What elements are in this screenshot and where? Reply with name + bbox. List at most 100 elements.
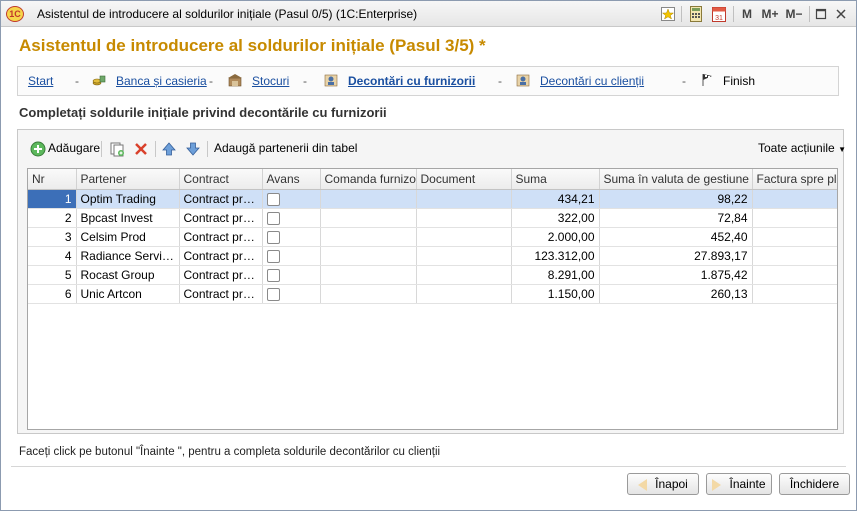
avans-checkbox[interactable] (266, 192, 280, 206)
favorites-star-icon[interactable] (661, 5, 675, 23)
cell-comanda-furnizor[interactable] (320, 208, 417, 228)
cell-factura[interactable] (752, 208, 837, 228)
table-row[interactable]: 6 Unic Artcon Contract prin... 1.150,00 … (28, 284, 837, 304)
add-icon (30, 141, 46, 157)
cell-factura[interactable] (752, 265, 837, 285)
cell-contract[interactable]: Contract prin... (179, 246, 263, 266)
cell-suma-valuta[interactable]: 98,22 (599, 189, 753, 209)
memory-add-button[interactable]: M+ (760, 5, 780, 23)
cell-suma-valuta[interactable]: 260,13 (599, 284, 753, 304)
avans-checkbox[interactable] (266, 287, 280, 301)
cell-partener[interactable]: Rocast Group (76, 265, 180, 285)
avans-checkbox[interactable] (266, 268, 280, 282)
cell-suma[interactable]: 8.291,00 (511, 265, 600, 285)
calendar-icon[interactable]: 31 (711, 5, 727, 23)
back-button[interactable]: Înapoi (627, 473, 699, 495)
avans-checkbox[interactable] (266, 249, 280, 263)
avans-checkbox[interactable] (266, 230, 280, 244)
calculator-icon[interactable] (689, 5, 703, 23)
table-row[interactable]: 3 Celsim Prod Contract prin... 2.000,00 … (28, 227, 837, 247)
close-icon[interactable] (835, 5, 847, 23)
table-row[interactable]: 5 Rocast Group Contract prin... 8.291,00… (28, 265, 837, 285)
cell-comanda-furnizor[interactable] (320, 265, 417, 285)
cell-partener[interactable]: Unic Artcon (76, 284, 180, 304)
app-logo-icon: 1C (6, 6, 24, 22)
memory-button[interactable]: M (741, 5, 753, 23)
cell-nr[interactable]: 3 (28, 227, 77, 247)
cell-nr[interactable]: 6 (28, 284, 77, 304)
move-down-icon[interactable] (185, 141, 201, 157)
cell-contract[interactable]: Contract prin... (179, 227, 263, 247)
cell-document[interactable] (416, 265, 512, 285)
client-icon (516, 74, 530, 87)
cell-nr[interactable]: 2 (28, 208, 77, 228)
cell-comanda-furnizor[interactable] (320, 227, 417, 247)
memory-subtract-button[interactable]: M− (784, 5, 804, 23)
cell-document[interactable] (416, 246, 512, 266)
cell-contract[interactable]: Contract prin... (179, 284, 263, 304)
cell-document[interactable] (416, 284, 512, 304)
column-header-suma[interactable]: Suma (511, 169, 600, 190)
step-finish[interactable]: Finish (723, 74, 755, 88)
move-up-icon[interactable] (161, 141, 177, 157)
cell-suma[interactable]: 123.312,00 (511, 246, 600, 266)
cell-factura[interactable] (752, 189, 837, 209)
add-partners-from-table-button[interactable]: Adaugă partenerii din tabel (214, 141, 357, 155)
cell-comanda-furnizor[interactable] (320, 246, 417, 266)
next-button[interactable]: Înainte (706, 473, 772, 495)
step-decontari-furnizori[interactable]: Decontări cu furnizorii (348, 74, 475, 88)
cell-comanda-furnizor[interactable] (320, 284, 417, 304)
cell-comanda-furnizor[interactable] (320, 189, 417, 209)
column-header-contract[interactable]: Contract (179, 169, 263, 190)
column-header-suma-valuta[interactable]: Suma în valuta de gestiune (599, 169, 753, 190)
step-start[interactable]: Start (28, 74, 53, 88)
maximize-icon[interactable] (815, 5, 827, 23)
step-separator: - (682, 74, 686, 88)
cell-contract[interactable]: Contract prin... (179, 208, 263, 228)
avans-checkbox[interactable] (266, 211, 280, 225)
table-row[interactable]: 2 Bpcast Invest Contract prin... 322,00 … (28, 208, 837, 228)
column-header-partener[interactable]: Partener (76, 169, 180, 190)
step-stocuri[interactable]: Stocuri (252, 74, 289, 88)
cell-suma-valuta[interactable]: 452,40 (599, 227, 753, 247)
copy-row-icon[interactable] (109, 141, 125, 157)
column-header-avans[interactable]: Avans (262, 169, 321, 190)
cell-suma-valuta[interactable]: 72,84 (599, 208, 753, 228)
cell-factura[interactable] (752, 227, 837, 247)
cell-factura[interactable] (752, 284, 837, 304)
column-header-comanda-furnizor[interactable]: Comanda furnizor (320, 169, 417, 190)
cell-document[interactable] (416, 208, 512, 228)
cell-factura[interactable] (752, 246, 837, 266)
cell-suma[interactable]: 322,00 (511, 208, 600, 228)
delete-icon[interactable] (134, 142, 148, 156)
cell-suma[interactable]: 2.000,00 (511, 227, 600, 247)
cell-suma-valuta[interactable]: 1.875,42 (599, 265, 753, 285)
column-header-factura[interactable]: Factura spre pl... (752, 169, 837, 190)
cell-contract[interactable]: Contract prin... (179, 189, 263, 209)
cell-nr[interactable]: 1 (28, 189, 77, 209)
column-header-nr[interactable]: Nr (28, 169, 77, 190)
column-header-document[interactable]: Document (416, 169, 512, 190)
table-row[interactable]: 1 Optim Trading Contract prin... 434,21 … (28, 189, 837, 209)
cell-partener[interactable]: Optim Trading (76, 189, 180, 209)
title-bar: 1C Asistentul de introducere al solduril… (1, 1, 856, 27)
all-actions-menu[interactable]: Toate acțiunile ▼ (758, 141, 846, 155)
cell-contract[interactable]: Contract prin... (179, 265, 263, 285)
cell-partener[interactable]: Celsim Prod (76, 227, 180, 247)
cell-suma-valuta[interactable]: 27.893,17 (599, 246, 753, 266)
add-button[interactable]: Adăugare (48, 141, 100, 155)
cell-partener[interactable]: Radiance Service (76, 246, 180, 266)
step-decontari-clienti[interactable]: Decontări cu clienții (540, 74, 644, 88)
cell-suma[interactable]: 1.150,00 (511, 284, 600, 304)
step-banca[interactable]: Banca și casieria (116, 74, 207, 88)
cell-nr[interactable]: 4 (28, 246, 77, 266)
cell-partener[interactable]: Bpcast Invest (76, 208, 180, 228)
all-actions-label: Toate acțiunile (758, 141, 835, 155)
cell-document[interactable] (416, 227, 512, 247)
suppliers-panel: Adăugare Adaugă partenerii din tabel Toa… (17, 129, 846, 434)
table-row[interactable]: 4 Radiance Service Contract prin... 123.… (28, 246, 837, 266)
cell-suma[interactable]: 434,21 (511, 189, 600, 209)
cell-nr[interactable]: 5 (28, 265, 77, 285)
cell-document[interactable] (416, 189, 512, 209)
close-button[interactable]: Închidere (779, 473, 850, 495)
